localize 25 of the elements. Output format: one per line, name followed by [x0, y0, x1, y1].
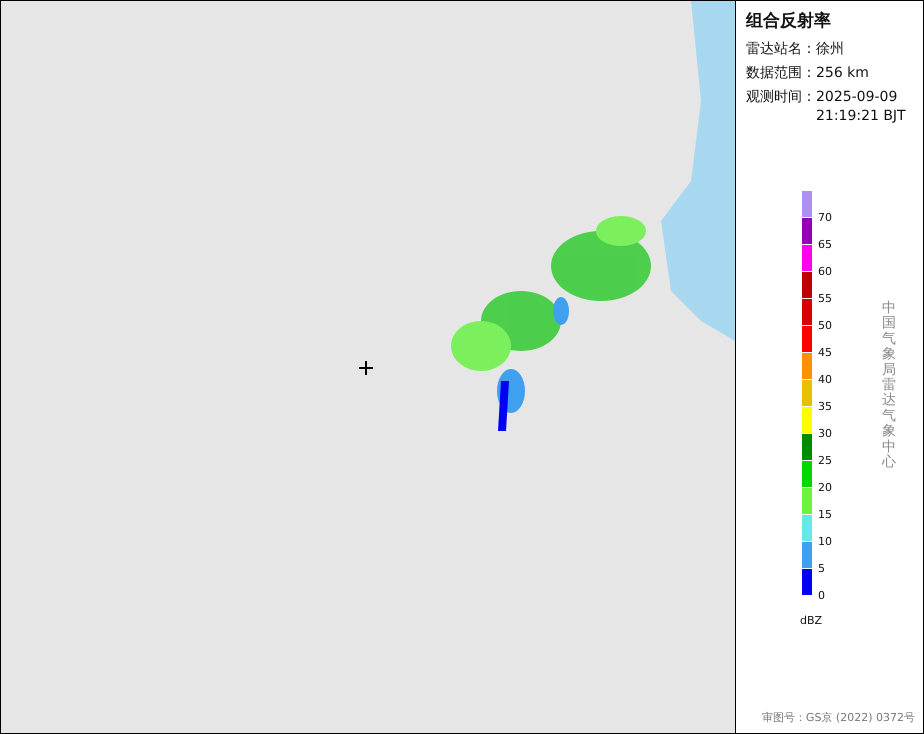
- legend-tick-label: 15: [818, 508, 832, 521]
- legend-tick-label: 35: [818, 400, 832, 413]
- field-label: 数据范围：: [746, 64, 816, 83]
- legend-tick-label: 65: [818, 238, 832, 251]
- legend-tick-label: 0: [818, 589, 825, 602]
- field-value: 2025-09-09 21:19:21 BJT: [816, 88, 907, 126]
- field-label: 雷达站名：: [746, 40, 816, 59]
- legend-tick-label: 55: [818, 292, 832, 305]
- legend-tick-label: 45: [818, 346, 832, 359]
- legend-tick-label: 60: [818, 265, 832, 278]
- legend-tick-label: 10: [818, 535, 832, 548]
- field-value: 256 km: [816, 64, 870, 83]
- approval-number: 审图号：GS京 (2022) 0372号: [760, 710, 915, 725]
- legend-tick-label: 50: [818, 319, 832, 332]
- legend-tick-label: 70: [818, 211, 832, 224]
- legend-unit: dBZ: [800, 614, 824, 627]
- field-label: 观测时间：: [746, 88, 816, 107]
- field-value: 徐州: [816, 40, 845, 59]
- legend-tick-label: 25: [818, 454, 832, 467]
- credit-text: 中国气象局雷达气象中心: [882, 301, 896, 470]
- legend-tick-label: 20: [818, 481, 832, 494]
- legend-tick-label: 40: [818, 373, 832, 386]
- legend-tick-label: 5: [818, 562, 825, 575]
- product-title: 组合反射率: [746, 10, 832, 32]
- legend-tick-label: 30: [818, 427, 832, 440]
